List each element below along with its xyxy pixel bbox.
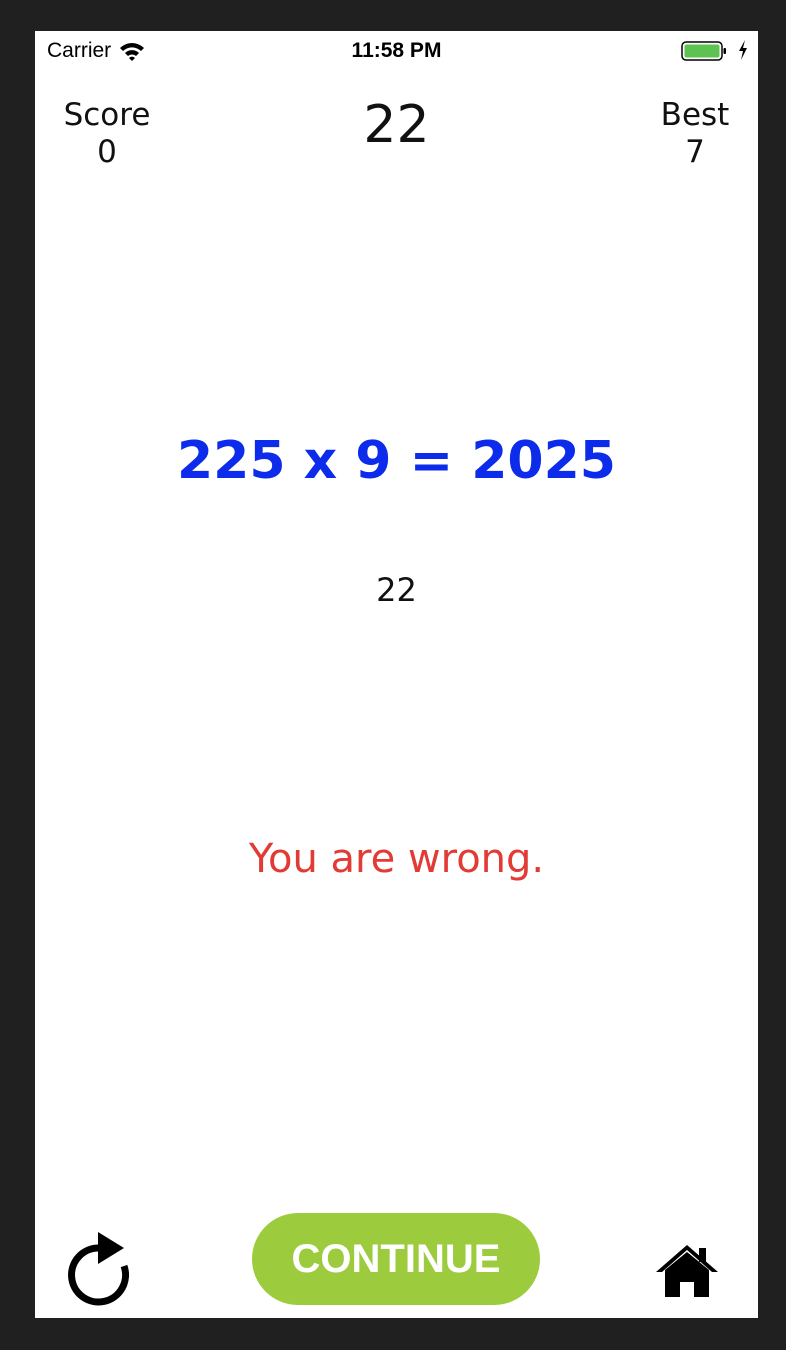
charging-bolt-icon	[739, 40, 747, 60]
home-icon[interactable]	[654, 1242, 720, 1298]
best-value: 7	[685, 134, 705, 171]
result-message: You are wrong.	[248, 836, 545, 882]
app-screen: Carrier 11:58 PM Score 0 22 Best 7 225 x…	[35, 31, 758, 1318]
status-bar: Carrier 11:58 PM	[35, 31, 758, 71]
battery-icon	[681, 41, 726, 61]
equation-text: 225 x 9 = 2025	[177, 431, 616, 491]
user-answer: 22	[376, 571, 417, 609]
best-panel: Best 7	[643, 97, 747, 171]
continue-button[interactable]: CONTINUE	[252, 1213, 540, 1305]
status-time: 11:58 PM	[351, 39, 442, 62]
best-label: Best	[660, 97, 730, 133]
restart-icon[interactable]	[62, 1228, 136, 1310]
